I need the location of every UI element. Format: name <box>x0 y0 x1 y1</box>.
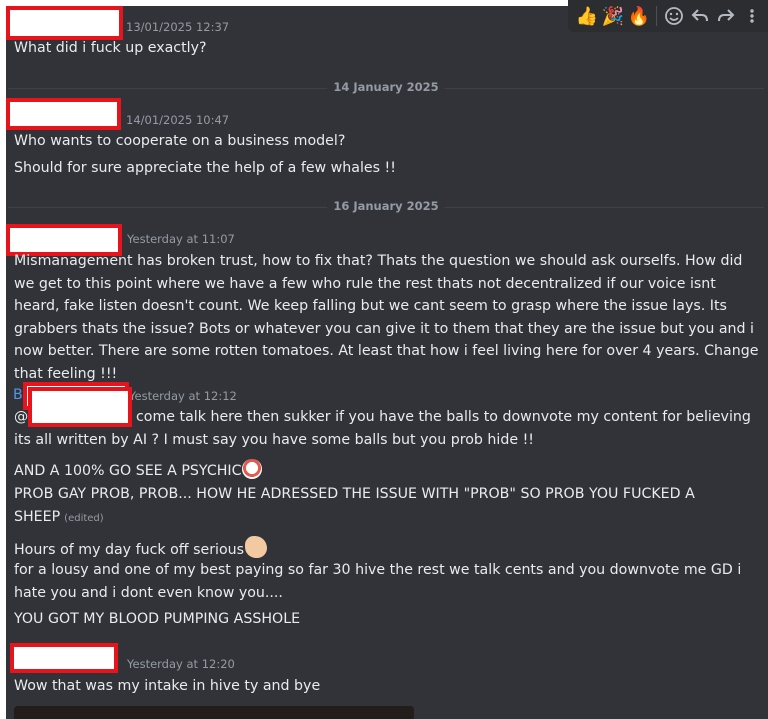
message-timestamp: Yesterday at 11:07 <box>127 232 235 246</box>
message-text: What did i fuck up exactly? <box>14 40 207 56</box>
reply-icon[interactable] <box>687 3 713 29</box>
message-text: hate you and i dont even know you.... <box>14 585 283 601</box>
message-timestamp: Yesterday at 12:20 <box>127 657 235 671</box>
date-divider: 14 January 2025 <box>8 78 764 98</box>
date-divider-label: 14 January 2025 <box>327 80 445 94</box>
date-divider-label: 16 January 2025 <box>327 199 445 213</box>
thumbs-up-reaction-icon[interactable]: 👍 <box>574 3 600 29</box>
edited-marker: (edited) <box>64 513 104 524</box>
redacted-username <box>6 6 123 40</box>
message-text: AND A 100% GO SEE A PSYCHIC <box>14 463 242 479</box>
message-text-with-emoji: Hours of my day fuck off serious <box>14 536 268 558</box>
message-timestamp: 14/01/2025 10:47 <box>126 113 230 127</box>
add-reaction-icon[interactable] <box>661 3 687 29</box>
fire-reaction-icon[interactable]: 🔥 <box>626 3 652 29</box>
message-text: Should for sure appreciate the help of a… <box>14 160 396 176</box>
message-text: Who wants to cooperate on a business mod… <box>14 133 346 149</box>
message-text: Mismanagement has broken trust, how to f… <box>14 253 759 382</box>
message-actions-toolbar: 👍 🎉 🔥 <box>568 0 768 32</box>
redacted-username <box>6 98 121 130</box>
clapping-hands-emoji-icon <box>245 536 268 558</box>
date-divider: 16 January 2025 <box>8 197 764 217</box>
message-text: SHEEP <box>14 509 61 525</box>
message-text: its all written by AI ? I must say you h… <box>14 432 534 448</box>
redacted-mention <box>28 387 132 427</box>
message-text: YOU GOT MY BLOOD PUMPING ASSHOLE <box>14 611 301 627</box>
redacted-username <box>10 643 118 673</box>
message-timestamp: Yesterday at 12:12 <box>129 389 237 403</box>
party-popper-reaction-icon[interactable]: 🎉 <box>600 3 626 29</box>
message-text: for a lousy and one of my best paying so… <box>14 562 742 578</box>
message-text-with-edited: SHEEP (edited) <box>14 509 104 525</box>
mention-prefix: @ <box>14 409 29 425</box>
forward-icon[interactable] <box>713 3 739 29</box>
message-text: come talk here then sukker if you have t… <box>136 409 751 425</box>
psychic-emoji-icon <box>242 459 263 479</box>
toolbar-divider <box>656 6 657 26</box>
message-text-with-emoji: AND A 100% GO SEE A PSYCHIC <box>14 459 263 479</box>
message-text: Hours of my day fuck off serious <box>14 542 245 558</box>
author-name[interactable]: B <box>13 387 23 403</box>
message-text: Wow that was my intake in hive ty and by… <box>14 678 321 694</box>
more-options-icon[interactable] <box>739 3 765 29</box>
message-timestamp: 13/01/2025 12:37 <box>126 20 230 34</box>
message-text: PROB GAY PROB, PROB... HOW HE ADRESSED T… <box>14 486 695 502</box>
image-attachment[interactable] <box>14 706 414 719</box>
